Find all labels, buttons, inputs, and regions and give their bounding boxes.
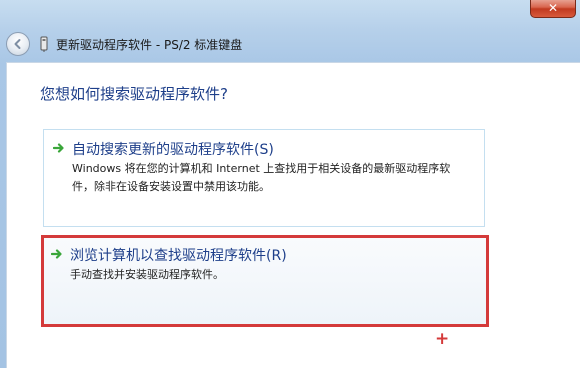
device-icon <box>38 36 50 52</box>
green-arrow-icon <box>53 143 64 153</box>
auto-search-option[interactable]: 自动搜索更新的驱动程序软件(S) Windows 将在您的计算机和 Intern… <box>43 129 485 227</box>
green-arrow-icon <box>51 249 62 259</box>
window-title: 更新驱动程序软件 - PS/2 标准键盘 <box>56 37 243 52</box>
browse-computer-option[interactable]: 浏览计算机以查找驱动程序软件(R) 手动查找并安装驱动程序软件。 <box>41 235 489 327</box>
page-heading: 您想如何搜索驱动程序软件? <box>40 85 228 103</box>
browse-computer-description: 手动查找并安装驱动程序软件。 <box>70 268 224 281</box>
back-button[interactable] <box>6 32 30 56</box>
close-button[interactable]: ✕ <box>530 0 576 18</box>
title-bar: 更新驱动程序软件 - PS/2 标准键盘 <box>0 28 580 60</box>
content-panel: 您想如何搜索驱动程序软件? 自动搜索更新的驱动程序软件(S) Windows 将… <box>6 62 580 368</box>
close-icon: ✕ <box>547 1 559 15</box>
driver-update-window: ✕ 更新驱动程序软件 - PS/2 标准键盘 您想如何搜索驱动程序软件? 自动搜… <box>0 0 580 368</box>
auto-search-description: Windows 将在您的计算机和 Internet 上查找用于相关设备的最新驱动… <box>72 162 451 193</box>
annotation-plus-mark: + <box>435 329 450 349</box>
back-arrow-icon <box>14 39 21 49</box>
auto-search-title: 自动搜索更新的驱动程序软件(S) <box>72 142 274 158</box>
browse-computer-title: 浏览计算机以查找驱动程序软件(R) <box>70 248 287 264</box>
